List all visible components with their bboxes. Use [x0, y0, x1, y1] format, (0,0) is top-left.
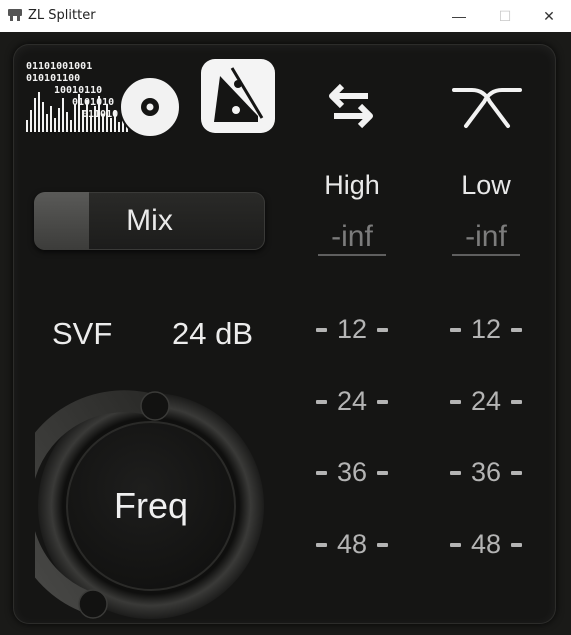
- logo-binary-row: 010101100: [26, 73, 80, 84]
- high-scale-tick: 24: [316, 386, 388, 417]
- freq-knob-label: Freq: [113, 485, 189, 526]
- mix-label: Mix: [126, 204, 173, 237]
- low-scale-tick: 48: [450, 529, 522, 560]
- mix-slider[interactable]: Mix: [34, 192, 265, 250]
- filter-type-selector[interactable]: SVF: [52, 316, 112, 352]
- maximize-button[interactable]: ☐: [482, 0, 528, 32]
- high-scale-tick: 36: [316, 457, 388, 488]
- app-icon: [8, 9, 22, 21]
- window-title: ZL Splitter: [28, 8, 96, 23]
- plugin-body: 01101001001 010101100 10010110 0101010 0…: [0, 32, 571, 635]
- window-titlebar: ZL Splitter — ☐ ✕: [0, 0, 571, 32]
- crossover-icon[interactable]: [450, 82, 524, 132]
- high-scale-tick: 12: [316, 314, 388, 345]
- low-scale-tick: 36: [450, 457, 522, 488]
- high-scale-tick: 48: [316, 529, 388, 560]
- low-peak-readout[interactable]: -inf: [452, 220, 520, 256]
- zl-logo: 01101001001 010101100 10010110 0101010 0…: [26, 61, 181, 138]
- low-scale-tick: 12: [450, 314, 522, 345]
- logo-binary-row: 01101001001: [26, 61, 92, 72]
- freq-knob[interactable]: Freq: [9, 390, 267, 622]
- high-band-label: High: [324, 170, 380, 200]
- close-button[interactable]: ✕: [526, 0, 571, 32]
- minimize-button[interactable]: —: [436, 0, 482, 32]
- slope-selector[interactable]: 24 dB: [172, 316, 253, 352]
- low-scale-tick: 24: [450, 386, 522, 417]
- lr-ms-split-icon[interactable]: [200, 58, 276, 134]
- low-band-label: Low: [461, 170, 511, 200]
- swap-arrows-icon[interactable]: [320, 82, 382, 132]
- high-peak-readout[interactable]: -inf: [318, 220, 386, 256]
